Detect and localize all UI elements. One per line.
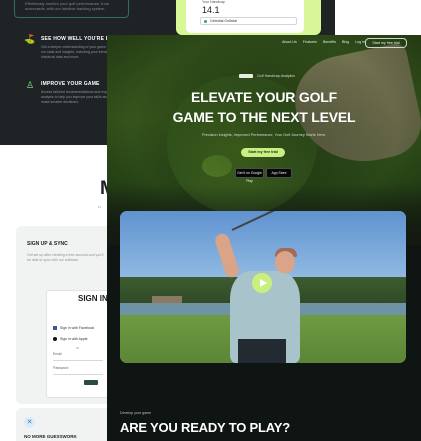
apple-signin-label: Sign in with Apple (60, 337, 88, 341)
top-nav: About Us Features Benefits Blog Log in (282, 40, 365, 44)
nav-features[interactable]: Features (303, 40, 317, 44)
brand-badge: Golf Handicap Analytics (239, 74, 295, 78)
password-field[interactable] (53, 374, 103, 375)
play-icon[interactable] (252, 273, 272, 293)
golfer-pants-image (238, 339, 286, 363)
email-label: Email (53, 352, 62, 356)
facebook-icon (53, 326, 57, 331)
handicap-value: 14.1 (202, 5, 220, 15)
signin-submit-button[interactable] (84, 380, 98, 385)
signup-title: SIGN UP & SYNC (27, 241, 68, 247)
nav-benefits[interactable]: Benefits (323, 40, 336, 44)
club-dot-icon (204, 20, 207, 23)
hero-trial-button[interactable]: Start my free trial (241, 148, 285, 157)
apple-icon (53, 337, 57, 342)
password-label: Password (53, 366, 69, 370)
hero-title: ELEVATE YOUR GOLF GAME TO THE NEXT LEVEL (127, 87, 401, 127)
signin-form-card (46, 290, 112, 398)
apple-signin-button[interactable]: Sign in with Apple (53, 337, 88, 342)
nav-trial-button[interactable]: Start my free trial (365, 38, 407, 48)
guesswork-title: NO MORE GUESSWORK (24, 434, 77, 439)
facebook-signin-label: Sign in with Facebook (60, 326, 95, 330)
feature-desc-stats: Get a deeper understanding of your game … (41, 45, 114, 59)
google-play-button[interactable]: Get it on Google Play (235, 168, 264, 183)
ready-title: ARE YOU READY TO PLAY? (120, 420, 290, 435)
handicap-label: Your Handicap (202, 0, 225, 4)
golfer-icon: ⛳ (24, 34, 36, 44)
feature-desc-improve: Access tailored recommendations and expe… (41, 90, 112, 104)
hero-title-line1: ELEVATE YOUR GOLF (191, 89, 337, 105)
or-divider: or (76, 346, 80, 350)
signin-title: SIGN IN (78, 294, 108, 303)
feature-tile: Effortlessly monitor your golf performan… (14, 0, 129, 18)
video-player[interactable] (120, 211, 406, 363)
hero-subtitle: Precision Insights, Improved Performance… (201, 133, 327, 137)
club-selector[interactable]: Celestial Golfclub (200, 17, 297, 25)
app-store-button[interactable]: App Store (266, 168, 292, 178)
close-x-icon: ✕ (24, 417, 35, 428)
feature-title-improve: IMPROVE YOUR GAME (41, 81, 100, 87)
brand-logo-icon (239, 74, 253, 78)
section-subtext: Li (98, 205, 101, 209)
feature-tile-text: Effortlessly monitor your golf performan… (25, 1, 110, 11)
signup-desc: Get set up after creating a free account… (27, 253, 104, 262)
hero-title-line2: GAME TO THE NEXT LEVEL (172, 109, 356, 125)
email-field[interactable] (53, 360, 103, 361)
nav-about[interactable]: About Us (282, 40, 297, 44)
nav-blog[interactable]: Blog (342, 40, 349, 44)
golfer-head-image (275, 251, 295, 273)
club-name: Celestial Golfclub (210, 19, 238, 23)
nav-login[interactable]: Log in (355, 40, 365, 44)
facebook-signin-button[interactable]: Sign in with Facebook (53, 326, 95, 331)
brand-tag: Golf Handicap Analytics (257, 74, 295, 78)
trophy-icon: ♙ (25, 80, 35, 90)
ready-kicker: Develop your game (120, 411, 152, 415)
landing-page: About Us Features Benefits Blog Log in S… (107, 35, 421, 441)
